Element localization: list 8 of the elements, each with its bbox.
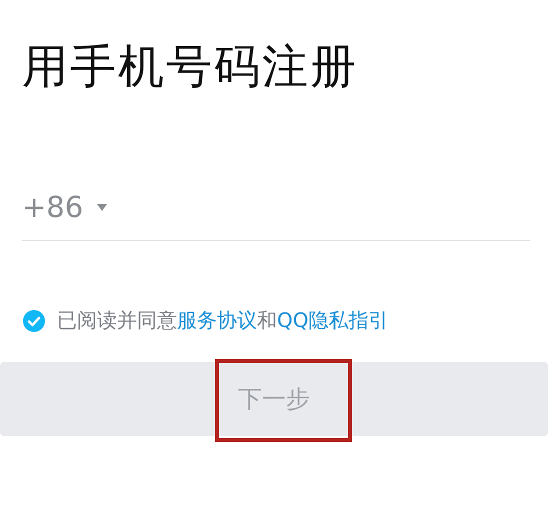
caret-icon <box>97 204 108 210</box>
agreement-link[interactable]: 服务协议 <box>177 308 257 332</box>
agreement-text: 已阅读并同意服务协议和QQ隐私指引 <box>57 307 388 334</box>
phone-field[interactable]: +86 <box>22 190 530 241</box>
agreement-link[interactable]: QQ隐私指引 <box>277 308 388 332</box>
agreement-checkbox[interactable] <box>23 310 45 332</box>
page-title: 用手机号码注册 <box>21 38 359 95</box>
country-code-dropdown[interactable]: +86 <box>22 190 108 224</box>
